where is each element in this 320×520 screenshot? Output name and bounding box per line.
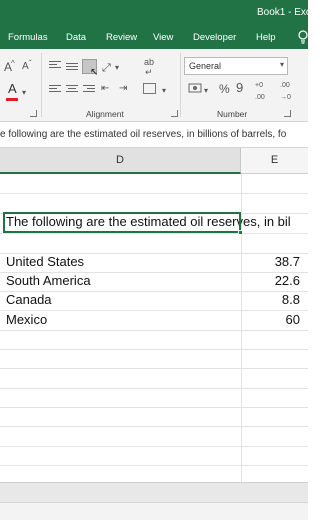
cursor-pointer-icon: ↖ [90, 67, 99, 78]
cell-country[interactable]: United States [6, 254, 84, 269]
currency-icon[interactable] [188, 83, 202, 94]
merge-dropdown-icon[interactable]: ▾ [162, 85, 166, 97]
decrease-decimal-button[interactable]: .00 →0 [280, 80, 300, 104]
decrease-indent-icon[interactable]: ⇤ [101, 83, 109, 95]
ribbon: A ^ A ˇ A ▾ ↖ ⤢ ▾ ab ↵ ⇤ ⇥ ▾ Alignment G… [0, 49, 308, 122]
row-gridline [0, 465, 308, 466]
ribbon-tabs: Formulas Data Review View Developer Help [0, 27, 308, 49]
increase-indent-icon[interactable]: ⇥ [119, 83, 127, 95]
cell-country[interactable]: Mexico [6, 312, 47, 327]
font-group-launcher-icon[interactable] [30, 110, 37, 117]
row-gridline [0, 388, 308, 389]
number-format-value: General [189, 61, 222, 71]
shrink-font-button[interactable]: A [22, 61, 29, 73]
row-gridline [0, 446, 308, 447]
column-headers: D E [0, 148, 308, 174]
number-group-label: Number [217, 109, 248, 119]
status-bar [0, 502, 308, 520]
middle-align-icon[interactable] [66, 63, 78, 73]
comma-style-button[interactable]: 9 [236, 81, 243, 94]
tab-formulas[interactable]: Formulas [8, 32, 48, 43]
cell-reserve-value[interactable]: 60 [240, 312, 300, 327]
row-gridline [0, 349, 308, 350]
merge-center-icon[interactable] [143, 83, 156, 94]
number-group-launcher-icon[interactable] [284, 110, 291, 117]
window-title: Book1 - Exc [257, 7, 311, 18]
tab-data[interactable]: Data [66, 32, 86, 43]
alignment-group-label: Alignment [86, 109, 124, 119]
wrap-text-icon: ↵ [145, 67, 153, 77]
cell-reserve-value[interactable]: 22.6 [240, 273, 300, 288]
align-center-icon[interactable] [66, 85, 78, 95]
row-gridline [0, 310, 308, 311]
column-header-e[interactable]: E [241, 148, 308, 174]
row-gridline [0, 330, 308, 331]
fill-handle[interactable] [238, 230, 243, 235]
row-gridline [0, 426, 308, 427]
tab-help[interactable]: Help [256, 32, 276, 43]
font-color-dropdown-icon[interactable]: ▾ [22, 87, 26, 99]
grow-font-arrow-icon: ^ [11, 59, 15, 68]
font-color-swatch [6, 98, 18, 101]
tab-review[interactable]: Review [106, 32, 137, 43]
ribbon-separator [41, 53, 42, 117]
font-color-button[interactable]: A [8, 82, 17, 95]
top-align-icon[interactable] [49, 61, 61, 71]
row-gridline [0, 368, 308, 369]
lightbulb-icon[interactable] [297, 30, 309, 44]
sheet-tabs-bar[interactable] [0, 482, 308, 502]
active-cell-border [3, 212, 241, 233]
orientation-icon[interactable]: ⤢ [102, 62, 111, 74]
row-gridline [0, 407, 308, 408]
increase-decimal-button[interactable]: +0 .00 [255, 80, 273, 104]
tab-view[interactable]: View [153, 32, 173, 43]
ribbon-separator [180, 53, 181, 117]
cell-country[interactable]: South America [6, 273, 91, 288]
column-header-d[interactable]: D [0, 148, 241, 174]
currency-dropdown-icon[interactable]: ▾ [204, 85, 208, 97]
percent-style-button[interactable]: % [219, 83, 230, 95]
align-right-icon[interactable] [83, 85, 95, 95]
formula-bar[interactable]: e following are the estimated oil reserv… [0, 122, 308, 148]
row-gridline [0, 233, 308, 234]
formula-bar-content[interactable]: e following are the estimated oil reserv… [0, 129, 286, 140]
number-format-select[interactable]: General ▾ [184, 57, 288, 75]
cell-country[interactable]: Canada [6, 292, 52, 307]
title-bar: Book1 - Exc [0, 0, 311, 27]
spreadsheet-grid[interactable]: The following are the estimated oil rese… [0, 174, 308, 482]
tab-developer[interactable]: Developer [193, 32, 236, 43]
alignment-group-launcher-icon[interactable] [171, 110, 178, 117]
row-gridline [0, 193, 308, 194]
cell-reserve-value[interactable]: 38.7 [240, 254, 300, 269]
shrink-font-arrow-icon: ˇ [29, 59, 32, 68]
align-left-icon[interactable] [49, 85, 61, 95]
chevron-down-icon: ▾ [279, 60, 284, 69]
orientation-dropdown-icon[interactable]: ▾ [115, 62, 119, 74]
cell-reserve-value[interactable]: 8.8 [240, 292, 300, 307]
